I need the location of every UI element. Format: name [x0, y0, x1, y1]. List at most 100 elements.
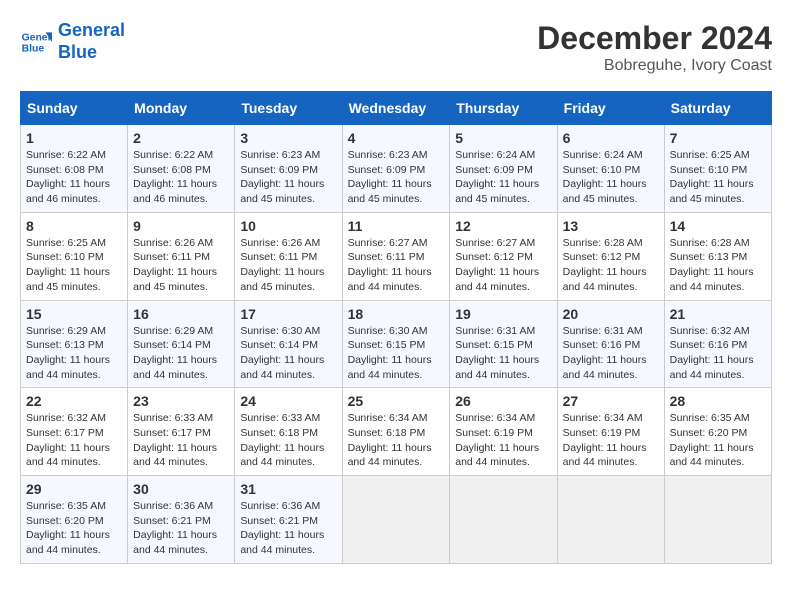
calendar-week-1: 1 Sunrise: 6:22 AM Sunset: 6:08 PM Daylig…	[21, 125, 772, 213]
logo: General Blue GeneralBlue	[20, 20, 125, 63]
day-info: Sunrise: 6:22 AM Sunset: 6:08 PM Dayligh…	[133, 148, 229, 207]
page-header: General Blue GeneralBlue December 2024 B…	[20, 20, 772, 75]
day-info: Sunrise: 6:27 AM Sunset: 6:11 PM Dayligh…	[348, 236, 445, 295]
day-number: 14	[670, 218, 766, 234]
calendar-cell: 9 Sunrise: 6:26 AM Sunset: 6:11 PM Daylig…	[128, 212, 235, 300]
svg-text:Blue: Blue	[22, 43, 45, 54]
day-info: Sunrise: 6:27 AM Sunset: 6:12 PM Dayligh…	[455, 236, 551, 295]
day-info: Sunrise: 6:29 AM Sunset: 6:13 PM Dayligh…	[26, 324, 122, 383]
day-info: Sunrise: 6:26 AM Sunset: 6:11 PM Dayligh…	[133, 236, 229, 295]
calendar-week-5: 29 Sunrise: 6:35 AM Sunset: 6:20 PM Dayli…	[21, 476, 772, 564]
calendar-cell: 27 Sunrise: 6:34 AM Sunset: 6:19 PM Dayli…	[557, 388, 664, 476]
calendar-cell: 28Sunrise: 6:35 AM Sunset: 6:20 PM Dayli…	[664, 388, 771, 476]
calendar-cell: 1 Sunrise: 6:22 AM Sunset: 6:08 PM Daylig…	[21, 125, 128, 213]
day-number: 24	[240, 393, 336, 409]
logo-text: GeneralBlue	[58, 20, 125, 63]
day-info: Sunrise: 6:24 AM Sunset: 6:10 PM Dayligh…	[563, 148, 659, 207]
calendar-cell: 22Sunrise: 6:32 AM Sunset: 6:17 PM Dayli…	[21, 388, 128, 476]
day-info: Sunrise: 6:23 AM Sunset: 6:09 PM Dayligh…	[240, 148, 336, 207]
calendar-cell: 14 Sunrise: 6:28 AM Sunset: 6:13 PM Dayli…	[664, 212, 771, 300]
day-number: 2	[133, 130, 229, 146]
calendar-cell: 23 Sunrise: 6:33 AM Sunset: 6:17 PM Dayli…	[128, 388, 235, 476]
day-info: Sunrise: 6:35 AM Sunset: 6:20 PM Dayligh…	[26, 499, 122, 558]
day-number: 5	[455, 130, 551, 146]
day-number: 23	[133, 393, 229, 409]
calendar-cell	[664, 476, 771, 564]
day-number: 1	[26, 130, 122, 146]
day-info: Sunrise: 6:34 AM Sunset: 6:19 PM Dayligh…	[563, 411, 659, 470]
calendar-body: 1 Sunrise: 6:22 AM Sunset: 6:08 PM Daylig…	[21, 125, 772, 564]
day-info: Sunrise: 6:23 AM Sunset: 6:09 PM Dayligh…	[348, 148, 445, 207]
day-number: 12	[455, 218, 551, 234]
day-info: Sunrise: 6:24 AM Sunset: 6:09 PM Dayligh…	[455, 148, 551, 207]
calendar-cell: 25 Sunrise: 6:34 AM Sunset: 6:18 PM Dayli…	[342, 388, 450, 476]
calendar-cell: 5 Sunrise: 6:24 AM Sunset: 6:09 PM Daylig…	[450, 125, 557, 213]
calendar-cell: 30 Sunrise: 6:36 AM Sunset: 6:21 PM Dayli…	[128, 476, 235, 564]
day-number: 17	[240, 306, 336, 322]
day-number: 25	[348, 393, 445, 409]
day-number: 20	[563, 306, 659, 322]
col-header-wednesday: Wednesday	[342, 92, 450, 125]
day-info: Sunrise: 6:26 AM Sunset: 6:11 PM Dayligh…	[240, 236, 336, 295]
col-header-sunday: Sunday	[21, 92, 128, 125]
calendar-week-2: 8Sunrise: 6:25 AM Sunset: 6:10 PM Daylig…	[21, 212, 772, 300]
col-header-tuesday: Tuesday	[235, 92, 342, 125]
calendar-cell: 18 Sunrise: 6:30 AM Sunset: 6:15 PM Dayli…	[342, 300, 450, 388]
day-number: 26	[455, 393, 551, 409]
day-number: 7	[670, 130, 766, 146]
calendar-cell: 7Sunrise: 6:25 AM Sunset: 6:10 PM Daylig…	[664, 125, 771, 213]
day-info: Sunrise: 6:34 AM Sunset: 6:19 PM Dayligh…	[455, 411, 551, 470]
logo-icon: General Blue	[20, 26, 52, 58]
day-number: 29	[26, 481, 122, 497]
calendar-cell: 24Sunrise: 6:33 AM Sunset: 6:18 PM Dayli…	[235, 388, 342, 476]
calendar-cell: 2 Sunrise: 6:22 AM Sunset: 6:08 PM Daylig…	[128, 125, 235, 213]
day-number: 9	[133, 218, 229, 234]
day-number: 16	[133, 306, 229, 322]
day-number: 19	[455, 306, 551, 322]
day-number: 31	[240, 481, 336, 497]
calendar-cell: 31 Sunrise: 6:36 AM Sunset: 6:21 PM Dayli…	[235, 476, 342, 564]
month-year: December 2024	[537, 20, 772, 57]
day-info: Sunrise: 6:30 AM Sunset: 6:14 PM Dayligh…	[240, 324, 336, 383]
day-number: 11	[348, 218, 445, 234]
calendar-cell: 16Sunrise: 6:29 AM Sunset: 6:14 PM Dayli…	[128, 300, 235, 388]
day-number: 21	[670, 306, 766, 322]
day-number: 15	[26, 306, 122, 322]
col-header-saturday: Saturday	[664, 92, 771, 125]
calendar-cell: 26 Sunrise: 6:34 AM Sunset: 6:19 PM Dayli…	[450, 388, 557, 476]
day-number: 6	[563, 130, 659, 146]
day-number: 30	[133, 481, 229, 497]
calendar-cell: 11 Sunrise: 6:27 AM Sunset: 6:11 PM Dayli…	[342, 212, 450, 300]
calendar-cell: 12 Sunrise: 6:27 AM Sunset: 6:12 PM Dayli…	[450, 212, 557, 300]
day-info: Sunrise: 6:34 AM Sunset: 6:18 PM Dayligh…	[348, 411, 445, 470]
calendar-cell: 21Sunrise: 6:32 AM Sunset: 6:16 PM Dayli…	[664, 300, 771, 388]
day-number: 13	[563, 218, 659, 234]
calendar-cell: 10Sunrise: 6:26 AM Sunset: 6:11 PM Dayli…	[235, 212, 342, 300]
calendar-cell: 8Sunrise: 6:25 AM Sunset: 6:10 PM Daylig…	[21, 212, 128, 300]
calendar-cell: 4Sunrise: 6:23 AM Sunset: 6:09 PM Daylig…	[342, 125, 450, 213]
day-info: Sunrise: 6:36 AM Sunset: 6:21 PM Dayligh…	[240, 499, 336, 558]
calendar-table: SundayMondayTuesdayWednesdayThursdayFrid…	[20, 91, 772, 564]
title-block: December 2024 Bobreguhe, Ivory Coast	[537, 20, 772, 75]
col-header-monday: Monday	[128, 92, 235, 125]
day-number: 28	[670, 393, 766, 409]
day-info: Sunrise: 6:33 AM Sunset: 6:17 PM Dayligh…	[133, 411, 229, 470]
day-info: Sunrise: 6:28 AM Sunset: 6:13 PM Dayligh…	[670, 236, 766, 295]
calendar-week-4: 22Sunrise: 6:32 AM Sunset: 6:17 PM Dayli…	[21, 388, 772, 476]
calendar-header-row: SundayMondayTuesdayWednesdayThursdayFrid…	[21, 92, 772, 125]
calendar-cell	[557, 476, 664, 564]
day-number: 27	[563, 393, 659, 409]
location: Bobreguhe, Ivory Coast	[537, 57, 772, 75]
day-number: 3	[240, 130, 336, 146]
day-info: Sunrise: 6:22 AM Sunset: 6:08 PM Dayligh…	[26, 148, 122, 207]
col-header-friday: Friday	[557, 92, 664, 125]
calendar-cell: 3 Sunrise: 6:23 AM Sunset: 6:09 PM Daylig…	[235, 125, 342, 213]
calendar-cell	[342, 476, 450, 564]
calendar-cell: 19Sunrise: 6:31 AM Sunset: 6:15 PM Dayli…	[450, 300, 557, 388]
day-number: 8	[26, 218, 122, 234]
day-info: Sunrise: 6:36 AM Sunset: 6:21 PM Dayligh…	[133, 499, 229, 558]
calendar-cell: 6 Sunrise: 6:24 AM Sunset: 6:10 PM Daylig…	[557, 125, 664, 213]
day-info: Sunrise: 6:30 AM Sunset: 6:15 PM Dayligh…	[348, 324, 445, 383]
day-info: Sunrise: 6:32 AM Sunset: 6:17 PM Dayligh…	[26, 411, 122, 470]
day-number: 18	[348, 306, 445, 322]
